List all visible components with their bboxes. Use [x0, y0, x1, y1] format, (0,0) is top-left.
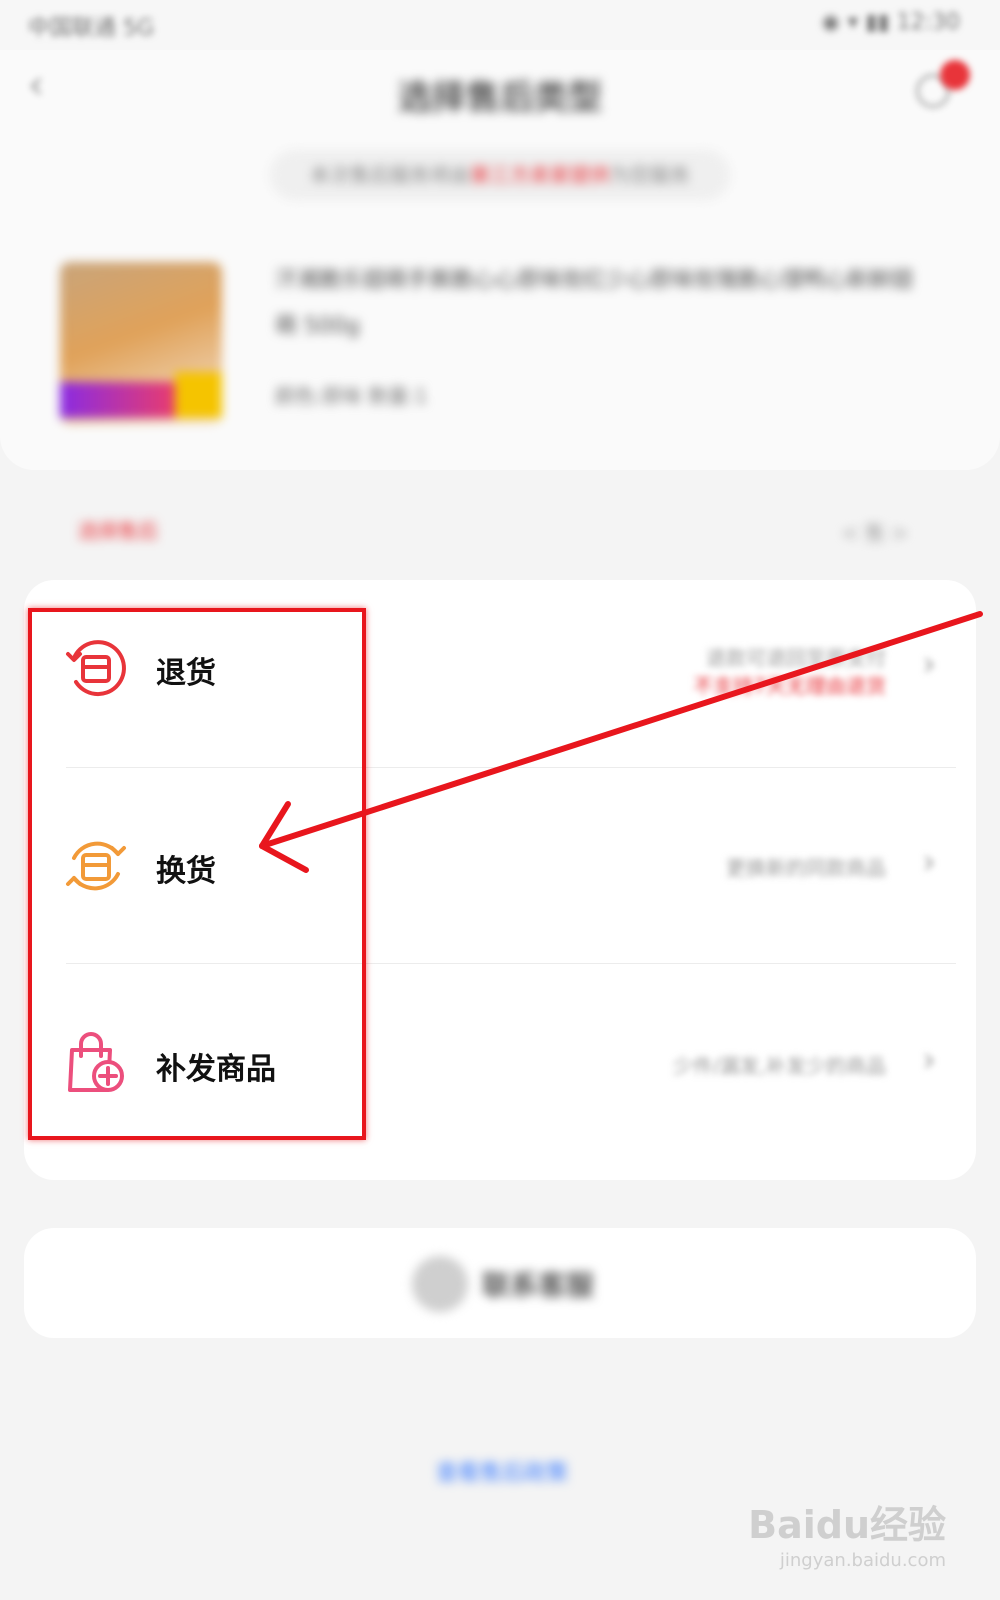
customer-service-icon — [412, 1256, 468, 1312]
product-image-badge — [175, 372, 222, 418]
chevron-right-icon: › — [922, 1040, 936, 1080]
policy-link[interactable]: 查看售后政策 — [436, 1455, 568, 1487]
notice-highlight: 第三方卖家提供 — [470, 163, 610, 187]
back-button[interactable]: ‹ — [28, 62, 68, 118]
product-title: 汗湘脆乐翅萌手撕脆心心原味玫红少心原味玫瑰脆心馍鸭心新鲜翅萌 500g — [275, 268, 914, 339]
status-bar: 中国联通 5G ◉ ▾ ▮▮ 12:30 — [0, 0, 1000, 50]
notification-badge — [940, 60, 970, 90]
option-reissue-desc: 少件/漏发,补发少的商品 — [672, 1054, 886, 1078]
baidu-watermark-url: jingyan.baidu.com — [779, 1550, 946, 1571]
service-notice: 本次售后服务将由第三方卖家提供为您服务 — [270, 150, 730, 200]
section-right: < 售 > — [841, 521, 908, 545]
section-label: 选择售后 — [78, 519, 158, 543]
status-icons: ◉ ▾ ▮▮ 12:30 — [821, 10, 960, 35]
product-spec: 颜色:原味 数量:1 — [275, 384, 428, 408]
chevron-right-icon: › — [922, 842, 936, 882]
option-return-warning: 不支持7天无理由退货 — [693, 674, 886, 698]
product-image-tag — [60, 382, 175, 418]
page-title: 选择售后类型 — [398, 78, 602, 118]
highlight-annotation-box — [28, 608, 366, 1140]
customer-service-label: 联系客服 — [482, 1269, 595, 1302]
notice-text-before: 本次售后服务将由 — [310, 163, 470, 187]
notice-text-after: 为您服务 — [610, 163, 690, 187]
chevron-right-icon: › — [922, 644, 936, 684]
carrier-text: 中国联通 5G — [28, 16, 155, 41]
option-exchange-desc: 更换新的同款商品 — [726, 856, 886, 880]
option-return-desc: 退款可退回至原支付 — [706, 646, 886, 670]
product-image — [60, 262, 222, 424]
baidu-watermark: Baidu经验 — [748, 1503, 946, 1547]
customer-service-card[interactable]: 联系客服 — [24, 1228, 976, 1338]
